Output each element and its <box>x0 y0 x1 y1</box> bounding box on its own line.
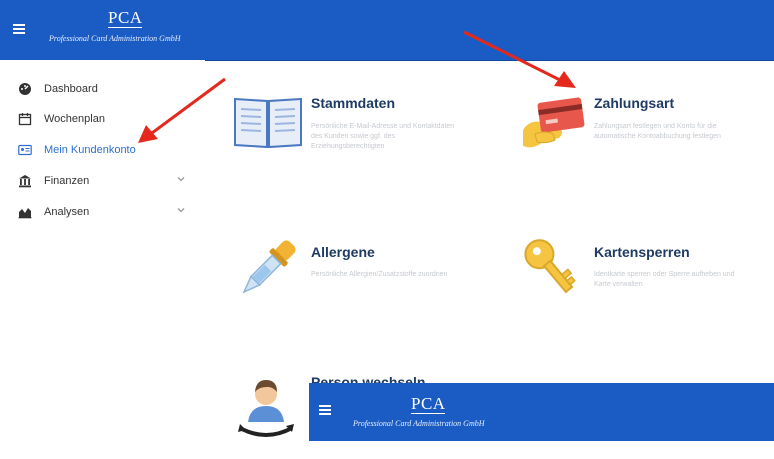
logo-subtitle: Professional Card Administration GmbH <box>49 34 181 43</box>
card-title: Zahlungsart <box>594 95 675 111</box>
logo-text: PCA <box>108 8 143 28</box>
chevron-down-icon[interactable] <box>176 174 186 184</box>
sidebar-item-analysen[interactable]: Analysen <box>18 202 198 222</box>
sidebar-item-mein-kundenkonto[interactable]: Mein Kundenkonto <box>18 140 198 160</box>
card-description: Identkarte sperren oder Sperre aufheben … <box>594 271 735 288</box>
dashboard-icon <box>18 82 32 96</box>
card-title: Kartensperren <box>594 244 690 260</box>
key-icon <box>515 232 587 309</box>
dropper-icon <box>235 236 301 305</box>
credit-card-icon <box>519 92 587 159</box>
card-title: Allergene <box>311 244 375 260</box>
sidebar-item-label: Dashboard <box>44 83 98 95</box>
chart-icon <box>18 205 32 219</box>
card-description: Zahlungsart festlegen und Konto für die … <box>594 123 721 140</box>
overlay-header: PCA Professional Card Administration Gmb… <box>309 383 774 441</box>
card-title: Stammdaten <box>311 95 396 111</box>
book-icon <box>233 93 303 156</box>
person-switch-icon <box>234 376 302 451</box>
sidebar-item-label: Mein Kundenkonto <box>44 144 136 156</box>
sidebar-item-dashboard[interactable]: Dashboard <box>18 79 198 99</box>
calendar-icon <box>18 112 32 126</box>
sidebar-item-label: Finanzen <box>44 175 90 187</box>
top-header: PCA Professional Card Administration Gmb… <box>0 0 774 61</box>
menu-icon[interactable] <box>319 405 331 415</box>
sidebar-item-label: Wochenplan <box>44 113 105 125</box>
logo-subtitle: Professional Card Administration GmbH <box>353 419 485 428</box>
sidebar-item-label: Analysen <box>44 206 90 218</box>
card-description: Persönliche Allergien/Zusatzstoffe zuord… <box>311 271 448 278</box>
id-card-icon <box>18 143 32 157</box>
logo-text: PCA <box>411 394 446 414</box>
sidebar: Dashboard Wochenplan Mein Kundenkonto Fi… <box>0 60 205 459</box>
bank-icon <box>18 174 32 188</box>
chevron-down-icon[interactable] <box>176 205 186 215</box>
card-description: Persönliche E-Mail-Adresse und Kontaktda… <box>311 123 455 150</box>
sidebar-item-wochenplan[interactable]: Wochenplan <box>18 109 198 129</box>
menu-icon[interactable] <box>13 24 25 34</box>
sidebar-item-finanzen[interactable]: Finanzen <box>18 171 198 191</box>
